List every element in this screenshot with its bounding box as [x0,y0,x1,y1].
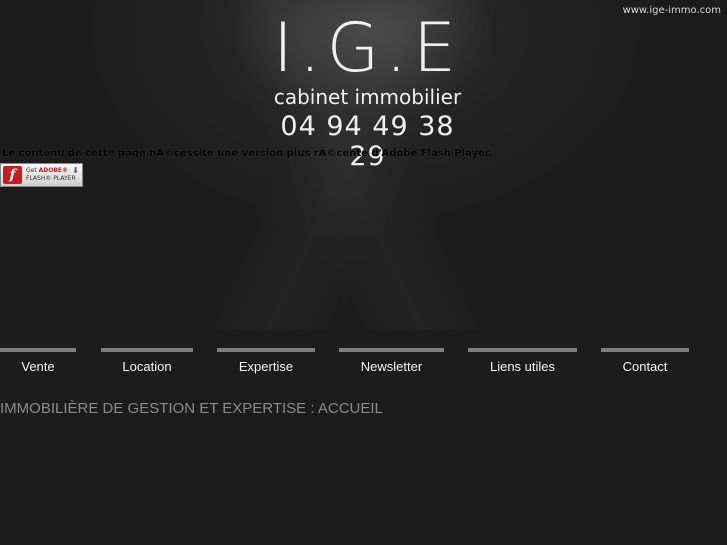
page-heading: IMMOBILIÈRE DE GESTION ET EXPERTISE : AC… [0,400,383,417]
flash-badge-text: Get ADOBE® FLASH® PLAYER [26,167,76,183]
flash-player-icon: f [3,166,22,184]
flash-required-message: Le contenu de cette page nÃ©cessite une … [2,148,493,159]
nav-item-newsletter[interactable]: Newsletter [339,348,444,386]
nav-item-expertise[interactable]: Expertise [217,348,315,386]
download-arrow-icon: ⬇ [72,166,79,175]
flash-badge-player: FLASH® PLAYER [26,175,76,182]
get-flash-player-button[interactable]: f Get ADOBE® FLASH® PLAYER ⬇ [0,163,83,187]
phone-number: 04 94 49 38 29 [280,111,455,172]
logo-subtitle: cabinet immobilier [273,85,462,109]
nav-item-location[interactable]: Location [101,348,193,386]
nav-item-contact[interactable]: Contact [601,348,689,386]
flash-badge-get: Get [26,167,37,174]
site-url: www.ige-immo.com [622,5,721,16]
nav-item-liens-utiles[interactable]: Liens utiles [468,348,577,386]
nav-item-vente[interactable]: Vente [0,348,76,386]
flash-badge-adobe: ADOBE® [38,167,69,174]
logo-title: I.G.E [273,9,462,88]
